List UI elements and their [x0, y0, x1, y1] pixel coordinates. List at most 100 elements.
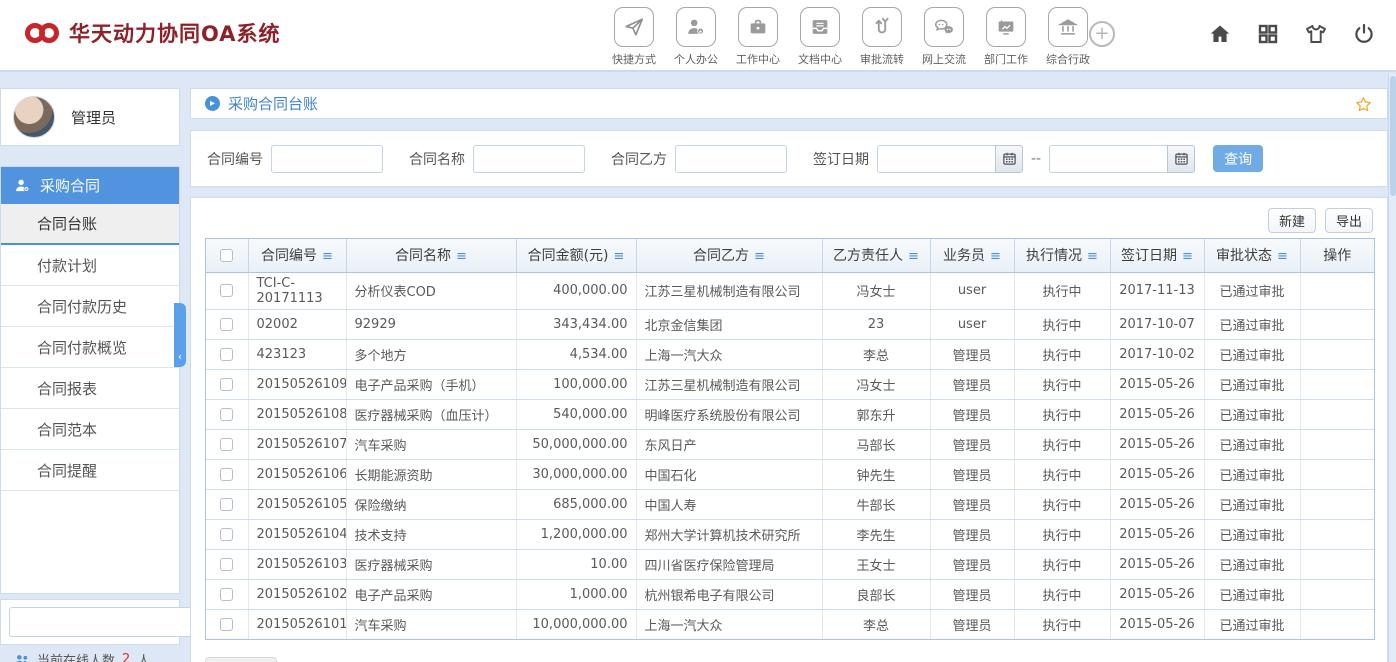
nav-item-approval-flow[interactable]: 审批流转 [856, 7, 908, 67]
export-button[interactable]: 导出 [1325, 208, 1373, 233]
col-sign-date[interactable]: 签订日期≡ [1110, 239, 1204, 272]
apps-grid-icon[interactable] [1256, 22, 1280, 46]
col-label: 业务员 [943, 248, 985, 264]
col-contract-name[interactable]: 合同名称 ≡ [346, 239, 516, 272]
sidebar-item-payment-overview[interactable]: 合同付款概览 [1, 327, 179, 368]
row-checkbox[interactable] [220, 558, 233, 571]
add-module-button[interactable]: + [1089, 21, 1115, 47]
select-all-checkbox[interactable] [220, 249, 233, 262]
sidebar-collapse-handle[interactable]: ‹ [174, 303, 186, 367]
cell-approval-status: 已通过审批 [1204, 549, 1300, 579]
nav-item-online-chat[interactable]: 网上交流 [918, 7, 970, 67]
power-icon[interactable] [1352, 22, 1376, 46]
favorite-star-icon[interactable] [1354, 95, 1373, 114]
party-b-input[interactable] [675, 145, 787, 173]
cell-contract-name: 92929 [346, 309, 516, 339]
sidebar-item-payment-plan[interactable]: 付款计划 [1, 245, 179, 286]
row-checkbox[interactable] [220, 284, 233, 297]
nav-item-department-work[interactable]: 部门工作 [980, 7, 1032, 67]
row-checkbox[interactable] [220, 348, 233, 361]
col-party-b[interactable]: 合同乙方≡ [636, 239, 822, 272]
row-checkbox[interactable] [220, 318, 233, 331]
row-checkbox[interactable] [220, 378, 233, 391]
col-contract-no[interactable]: 合同编号≡ [248, 239, 346, 272]
nav-item-document-center[interactable]: 文档中心 [794, 7, 846, 67]
sign-date-to-input[interactable] [1049, 145, 1167, 173]
cell-operation [1300, 272, 1374, 309]
user-avatar[interactable] [13, 96, 55, 138]
sidebar-item-contract-ledger[interactable]: 合同台账 [1, 204, 179, 245]
sort-icon[interactable]: ≡ [322, 249, 333, 264]
cell-execution-status: 执行中 [1014, 272, 1110, 309]
sidebar-search-input[interactable] [9, 607, 198, 637]
row-checkbox[interactable] [220, 498, 233, 511]
menu-group-purchase-contract[interactable]: ★ 采购合同 [1, 167, 179, 204]
row-checkbox[interactable] [220, 468, 233, 481]
col-approval-status[interactable]: 审批状态≡ [1204, 239, 1300, 272]
contract-name-input[interactable] [473, 145, 585, 173]
contract-table: 合同编号≡ 合同名称 ≡ 合同金额(元)≡ 合同乙方≡ 乙方责任人≡ 业务员 ≡ 执… [205, 238, 1375, 640]
row-checkbox[interactable] [220, 408, 233, 421]
row-checkbox[interactable] [220, 618, 233, 631]
vertical-scrollbar[interactable] [1388, 74, 1396, 662]
table-row: 20150526102电子产品采购1,000.00杭州银希电子有限公司良部长管理… [206, 579, 1374, 609]
calendar-icon[interactable] [1167, 145, 1195, 173]
sort-icon[interactable]: ≡ [614, 249, 625, 264]
theme-shirt-icon[interactable] [1304, 22, 1328, 46]
logo-infinity-icon [24, 20, 60, 46]
cell-execution-status: 执行中 [1014, 519, 1110, 549]
contract-no-input[interactable] [271, 145, 383, 173]
sidebar-item-payment-history[interactable]: 合同付款历史 [1, 286, 179, 327]
briefcase-icon [738, 7, 778, 47]
home-icon[interactable] [1208, 22, 1232, 46]
sign-date-from-input[interactable] [877, 145, 995, 173]
calendar-icon[interactable] [995, 145, 1023, 173]
nav-item-personal-office[interactable]: ★ 个人办公 [670, 7, 722, 67]
pagination-button-partial[interactable] [205, 657, 277, 662]
col-execution-status[interactable]: 执行情况≡ [1014, 239, 1110, 272]
nav-item-work-center[interactable]: 工作中心 [732, 7, 784, 67]
col-label: 操作 [1323, 248, 1351, 264]
col-amount[interactable]: 合同金额(元)≡ [516, 239, 636, 272]
new-button[interactable]: 新建 [1268, 208, 1316, 233]
row-checkbox-cell [206, 459, 248, 489]
sidebar-item-contract-template[interactable]: 合同范本 [1, 409, 179, 450]
sort-icon[interactable]: ≡ [1277, 249, 1288, 264]
query-button[interactable]: 查询 [1213, 145, 1263, 172]
nav-item-shortcuts[interactable]: 快捷方式 [608, 7, 660, 67]
cell-approval-status: 已通过审批 [1204, 579, 1300, 609]
row-checkbox[interactable] [220, 438, 233, 451]
scrollbar-thumb[interactable] [1390, 76, 1396, 196]
row-checkbox[interactable] [220, 588, 233, 601]
page-title-bar: ▸ 采购合同台账 [190, 88, 1388, 119]
cell-sign-date: 2015-05-26 [1110, 579, 1204, 609]
table-row: 20150526109电子产品采购（手机）100,000.00江苏三星机械制造有… [206, 369, 1374, 399]
menu-group-label: 采购合同 [40, 175, 100, 196]
col-label: 合同名称 [395, 248, 451, 264]
sort-icon[interactable]: ≡ [1087, 249, 1098, 264]
sort-icon[interactable]: ≡ [1182, 249, 1193, 264]
cell-amount: 685,000.00 [516, 489, 636, 519]
cell-operation [1300, 519, 1374, 549]
row-checkbox[interactable] [220, 528, 233, 541]
cell-approval-status: 已通过审批 [1204, 399, 1300, 429]
uturn-arrows-icon [862, 7, 902, 47]
cell-salesperson: 管理员 [930, 519, 1014, 549]
row-checkbox-cell [206, 399, 248, 429]
cell-party-b: 江苏三星机械制造有限公司 [636, 369, 822, 399]
sort-icon[interactable]: ≡ [456, 249, 467, 264]
sort-icon[interactable]: ≡ [908, 249, 919, 264]
sort-icon[interactable]: ≡ [990, 249, 1001, 264]
sort-icon[interactable]: ≡ [754, 249, 765, 264]
cell-operation [1300, 609, 1374, 639]
col-salesperson[interactable]: 业务员 ≡ [930, 239, 1014, 272]
sidebar-item-contract-reminder[interactable]: 合同提醒 [1, 450, 179, 491]
cell-operation [1300, 489, 1374, 519]
table-row: 20150526104技术支持1,200,000.00郑州大学计算机技术研究所李… [206, 519, 1374, 549]
cell-contract-no: 20150526101 [248, 609, 346, 639]
sidebar-item-contract-report[interactable]: 合同报表 [1, 368, 179, 409]
col-party-b-contact[interactable]: 乙方责任人≡ [822, 239, 930, 272]
app-header: 华天动力协同OA系统 快捷方式 ★ 个人办公 工作中心 文档中心 [0, 0, 1396, 72]
cell-amount: 540,000.00 [516, 399, 636, 429]
nav-item-general-admin[interactable]: 综合行政 [1042, 7, 1094, 67]
